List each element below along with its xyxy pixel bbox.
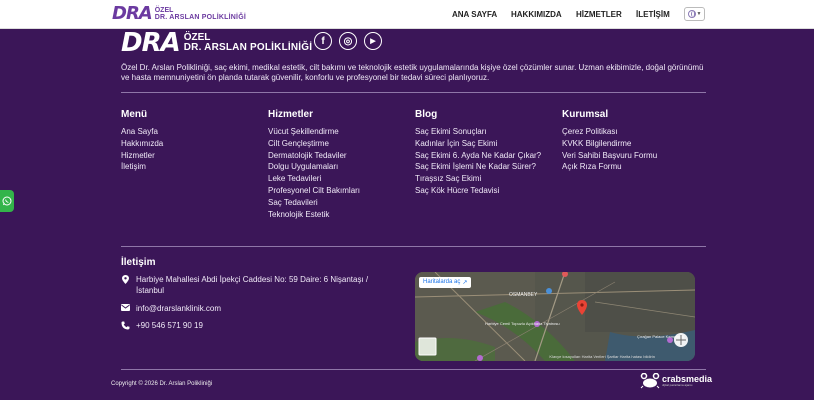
corporate-column-title: Kurumsal [562, 109, 609, 120]
corporate-link[interactable]: Veri Sahibi Başvuru Formu [562, 150, 657, 162]
menu-column: Menü Ana Sayfa Hakkımızda Hizmetler İlet… [121, 109, 163, 173]
blog-link[interactable]: Saç Ekimi 6. Ayda Ne Kadar Çıkar? [415, 150, 541, 162]
service-link[interactable]: Dermatolojik Tedaviler [268, 150, 360, 162]
phone-text[interactable]: +90 546 571 90 19 [136, 320, 203, 331]
nav-hizmetler[interactable]: HİZMETLER [576, 10, 622, 19]
globe-icon [687, 10, 696, 18]
envelope-icon [121, 303, 130, 314]
nav-hakkimizda[interactable]: HAKKIMIZDA [511, 10, 562, 19]
map-label: Harbiye Cemil Topuzlu Açıkhava Tiyatrosu [485, 321, 560, 326]
open-in-maps-label: Haritalarda aç [423, 279, 461, 285]
menu-link[interactable]: Ana Sayfa [121, 126, 163, 138]
email-text[interactable]: info@drarslanklinik.com [136, 303, 221, 314]
contact-phone[interactable]: +90 546 571 90 19 [121, 320, 203, 331]
divider [121, 369, 706, 370]
blog-link[interactable]: Saç Ekimi İşlemi Ne Kadar Sürer? [415, 161, 541, 173]
top-navbar: DRA ÖZEL DR. ARSLAN POLİKLİNİĞİ ANA SAYF… [0, 0, 814, 29]
instagram-icon[interactable]: ◎ [339, 32, 357, 50]
service-link[interactable]: Profesyonel Cilt Bakımları [268, 185, 360, 197]
nav-iletisim[interactable]: İLETİŞİM [636, 10, 670, 19]
whatsapp-icon [2, 196, 12, 206]
blog-link[interactable]: Kadınlar İçin Saç Ekimi [415, 138, 541, 150]
service-link[interactable]: Leke Tedavileri [268, 173, 360, 185]
copyright-text: Copyright © 2026 Dr. Arslan Polikliniği [111, 381, 213, 387]
nav-ana-sayfa[interactable]: ANA SAYFA [452, 10, 497, 19]
menu-column-title: Menü [121, 109, 148, 120]
menu-link[interactable]: Hakkımızda [121, 138, 163, 150]
service-link[interactable]: Vücut Şekillendirme [268, 126, 360, 138]
service-link[interactable]: Cilt Gençleştirme [268, 138, 360, 150]
contact-address: Harbiye Mahallesi Abdi İpekçi Caddesi No… [121, 274, 391, 296]
credit-tagline: dijital pazarlama ajansı [662, 383, 693, 387]
contact-email[interactable]: info@drarslanklinik.com [121, 303, 221, 314]
logo-line1: ÖZEL [154, 7, 174, 14]
chevron-down-icon: ▼ [696, 11, 702, 17]
footer-logo[interactable]: DRA ÖZEL DR. ARSLAN POLİKLİNİĞİ [121, 30, 312, 56]
facebook-icon[interactable]: f [314, 32, 332, 50]
logo-mark: DRA [112, 3, 153, 24]
corporate-link[interactable]: Çerez Politikası [562, 126, 657, 138]
corporate-column: Kurumsal Çerez Politikası KVKK Bilgilend… [562, 109, 657, 173]
menu-link[interactable]: İletişim [121, 161, 163, 173]
corporate-link[interactable]: KVKK Bilgilendirme [562, 138, 657, 150]
services-column: Hizmetler Vücut Şekillendirme Cilt Gençl… [268, 109, 360, 220]
logo-line2: DR. ARSLAN POLİKLİNİĞİ [154, 14, 246, 21]
menu-link[interactable]: Hizmetler [121, 150, 163, 162]
youtube-icon[interactable]: ▶ [364, 32, 382, 50]
blog-link[interactable]: Tıraşsız Saç Ekimi [415, 173, 541, 185]
header-logo[interactable]: DRA ÖZEL DR. ARSLAN POLİKLİNİĞİ [112, 5, 246, 23]
blog-link[interactable]: Saç Kök Hücre Tedavisi [415, 185, 541, 197]
footer-logo-mark: DRA [121, 28, 181, 58]
map-attribution: Klavye kısayolları Harita Verileri Şartl… [549, 354, 655, 359]
blog-column-title: Blog [415, 109, 438, 120]
footer-logo-line2: DR. ARSLAN POLİKLİNİĞİ [183, 42, 313, 53]
service-link[interactable]: Dolgu Uygulamaları [268, 161, 360, 173]
phone-icon [121, 320, 130, 331]
map-label: OSMANBEY [509, 292, 538, 298]
divider [121, 246, 706, 247]
crab-logo-icon [640, 373, 660, 389]
corporate-link[interactable]: Açık Rıza Formu [562, 161, 657, 173]
service-link[interactable]: Teknolojik Estetik [268, 209, 360, 221]
blog-column: Blog Saç Ekimi Sonuçları Kadınlar İçin S… [415, 109, 541, 197]
address-text: Harbiye Mahallesi Abdi İpekçi Caddesi No… [136, 275, 369, 295]
services-column-title: Hizmetler [268, 109, 314, 120]
open-in-maps-button[interactable]: Haritalarda aç ↗ [419, 277, 472, 288]
contact-title: İletişim [121, 257, 156, 268]
whatsapp-button[interactable] [0, 190, 14, 212]
location-map[interactable]: OSMANBEY Harbiye Cemil Topuzlu Açıkhava … [415, 272, 695, 361]
external-link-icon: ↗ [462, 280, 468, 286]
location-pin-icon [121, 274, 130, 296]
divider [121, 92, 706, 93]
service-link[interactable]: Saç Tedavileri [268, 197, 360, 209]
language-selector[interactable]: ▼ [684, 7, 705, 21]
crabsmedia-credit[interactable]: crabsmedia dijital pazarlama ajansı [640, 373, 712, 389]
footer-description: Özel Dr. Arslan Polikliniği, saç ekimi, … [121, 63, 704, 82]
blog-link[interactable]: Saç Ekimi Sonuçları [415, 126, 541, 138]
